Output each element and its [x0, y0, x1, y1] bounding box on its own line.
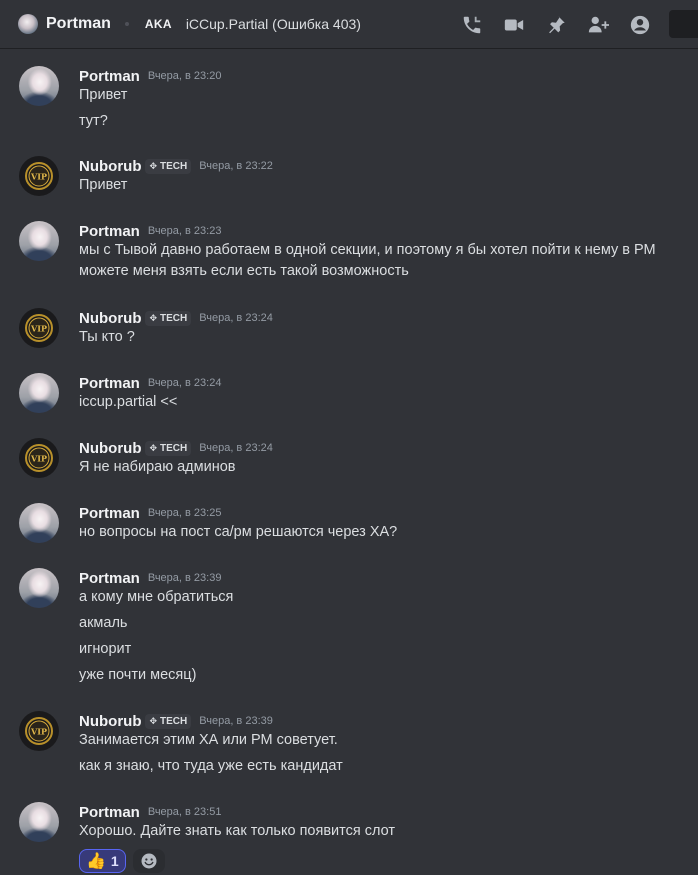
timestamp: Вчера, в 23:51 — [147, 806, 222, 818]
author-name[interactable]: Portman — [79, 804, 140, 821]
tag-label: TECH — [160, 160, 188, 172]
author-name[interactable]: Nuborub — [79, 310, 141, 327]
message-text: Ты кто ? — [79, 329, 135, 345]
author-name[interactable]: Nuborub — [79, 713, 141, 730]
thumbs-up-icon: 👍 — [86, 853, 106, 870]
author-name[interactable]: Portman — [79, 223, 140, 240]
message-text: а кому мне обратиться — [79, 589, 234, 605]
phone-icon[interactable] — [460, 13, 484, 37]
role-tag[interactable]: ✥ TECH — [145, 310, 192, 326]
message-list: Portman Вчера, в 23:20 Привет тут? VIP N… — [0, 49, 698, 875]
message-text: Хорошо. Дайте знать как только появится … — [79, 823, 396, 839]
reaction-thumbs-up[interactable]: 👍 1 — [79, 849, 126, 873]
timestamp: Вчера, в 23:39 — [147, 572, 222, 584]
author-name[interactable]: Nuborub — [79, 158, 141, 175]
avatar[interactable] — [19, 503, 59, 543]
tag-icon: ✥ — [149, 715, 158, 726]
timestamp: Вчера, в 23:23 — [147, 225, 222, 237]
message-header: Portman Вчера, в 23:39 — [79, 568, 221, 588]
svg-text:VIP: VIP — [30, 172, 47, 182]
message-text: Привет — [79, 177, 128, 193]
message-text: можете меня взять если есть такой возмож… — [79, 263, 409, 279]
header-aka-label: AKA — [144, 17, 172, 31]
timestamp: Вчера, в 23:25 — [147, 507, 222, 519]
timestamp: Вчера, в 23:24 — [199, 312, 273, 324]
timestamp: Вчера, в 23:20 — [147, 70, 222, 82]
search-input[interactable] — [669, 10, 698, 38]
message-text: Привет — [79, 87, 128, 103]
profile-icon[interactable] — [628, 13, 652, 37]
add-friend-icon[interactable] — [586, 13, 610, 37]
tag-icon: ✥ — [149, 160, 158, 171]
message-text: Я не набираю админов — [79, 459, 236, 475]
avatar[interactable] — [19, 373, 59, 413]
message-text: iccup.partial << — [79, 394, 178, 410]
message-header: Portman Вчера, в 23:51 — [79, 802, 221, 822]
svg-text:VIP: VIP — [30, 727, 47, 737]
avatar[interactable] — [19, 66, 59, 106]
dm-header: Portman AKA iCCup.Partial (Ошибка 403) — [0, 0, 698, 49]
message-text: игнорит — [79, 641, 132, 657]
header-toolbar — [460, 0, 670, 49]
reaction-count: 1 — [110, 853, 119, 869]
message-text: тут? — [79, 113, 108, 129]
timestamp: Вчера, в 23:39 — [199, 715, 273, 727]
vip-emblem-icon: VIP — [25, 314, 53, 342]
tag-icon: ✥ — [149, 312, 158, 323]
tag-icon: ✥ — [149, 442, 158, 453]
tag-label: TECH — [160, 442, 188, 454]
header-nickname: iCCup.Partial (Ошибка 403) — [185, 16, 361, 32]
message-text: акмаль — [79, 615, 128, 631]
message-header: Portman Вчера, в 23:23 — [79, 221, 221, 241]
author-name[interactable]: Portman — [79, 375, 140, 392]
reaction-bar: 👍 1 — [79, 849, 165, 873]
author-name[interactable]: Nuborub — [79, 440, 141, 457]
avatar[interactable]: VIP — [19, 308, 59, 348]
avatar[interactable] — [19, 568, 59, 608]
avatar[interactable]: VIP — [19, 711, 59, 751]
header-separator — [124, 22, 129, 26]
vip-emblem-icon: VIP — [25, 162, 53, 190]
message-text: мы с Тывой давно работаем в одной секции… — [79, 242, 656, 258]
timestamp: Вчера, в 23:24 — [147, 377, 222, 389]
timestamp: Вчера, в 23:22 — [199, 160, 273, 172]
message-text: Занимается этим ХА или РМ советует. — [79, 732, 338, 748]
role-tag[interactable]: ✥ TECH — [145, 440, 192, 456]
message-header: Portman Вчера, в 23:25 — [79, 503, 221, 523]
message-header: Nuborub ✥ TECH Вчера, в 23:24 — [79, 308, 273, 328]
avatar[interactable]: VIP — [19, 156, 59, 196]
avatar[interactable]: VIP — [19, 438, 59, 478]
header-username[interactable]: Portman — [46, 15, 111, 33]
avatar[interactable] — [19, 221, 59, 261]
pin-icon[interactable] — [544, 13, 568, 37]
message-header: Nuborub ✥ TECH Вчера, в 23:22 — [79, 156, 273, 176]
author-name[interactable]: Portman — [79, 505, 140, 522]
smiley-icon — [141, 853, 157, 869]
timestamp: Вчера, в 23:24 — [199, 442, 273, 454]
author-name[interactable]: Portman — [79, 570, 140, 587]
vip-emblem-icon: VIP — [25, 717, 53, 745]
svg-text:VIP: VIP — [30, 324, 47, 334]
role-tag[interactable]: ✥ TECH — [145, 713, 192, 729]
message-header: Nuborub ✥ TECH Вчера, в 23:24 — [79, 438, 273, 458]
message-header: Portman Вчера, в 23:20 — [79, 66, 221, 86]
svg-text:VIP: VIP — [30, 454, 47, 464]
author-name[interactable]: Portman — [79, 68, 140, 85]
message-text: уже почти месяц) — [79, 667, 197, 683]
message-text: но вопросы на пост са/рм решаются через … — [79, 524, 398, 540]
role-tag[interactable]: ✥ TECH — [145, 158, 192, 174]
add-reaction-button[interactable] — [132, 849, 165, 873]
tag-label: TECH — [160, 715, 188, 727]
video-icon[interactable] — [502, 13, 526, 37]
vip-emblem-icon: VIP — [25, 444, 53, 472]
message-header: Nuborub ✥ TECH Вчера, в 23:39 — [79, 711, 273, 731]
tag-label: TECH — [160, 312, 188, 324]
avatar[interactable] — [19, 802, 59, 842]
header-avatar[interactable] — [18, 14, 38, 34]
message-text: как я знаю, что туда уже есть кандидат — [79, 758, 343, 774]
message-header: Portman Вчера, в 23:24 — [79, 373, 221, 393]
